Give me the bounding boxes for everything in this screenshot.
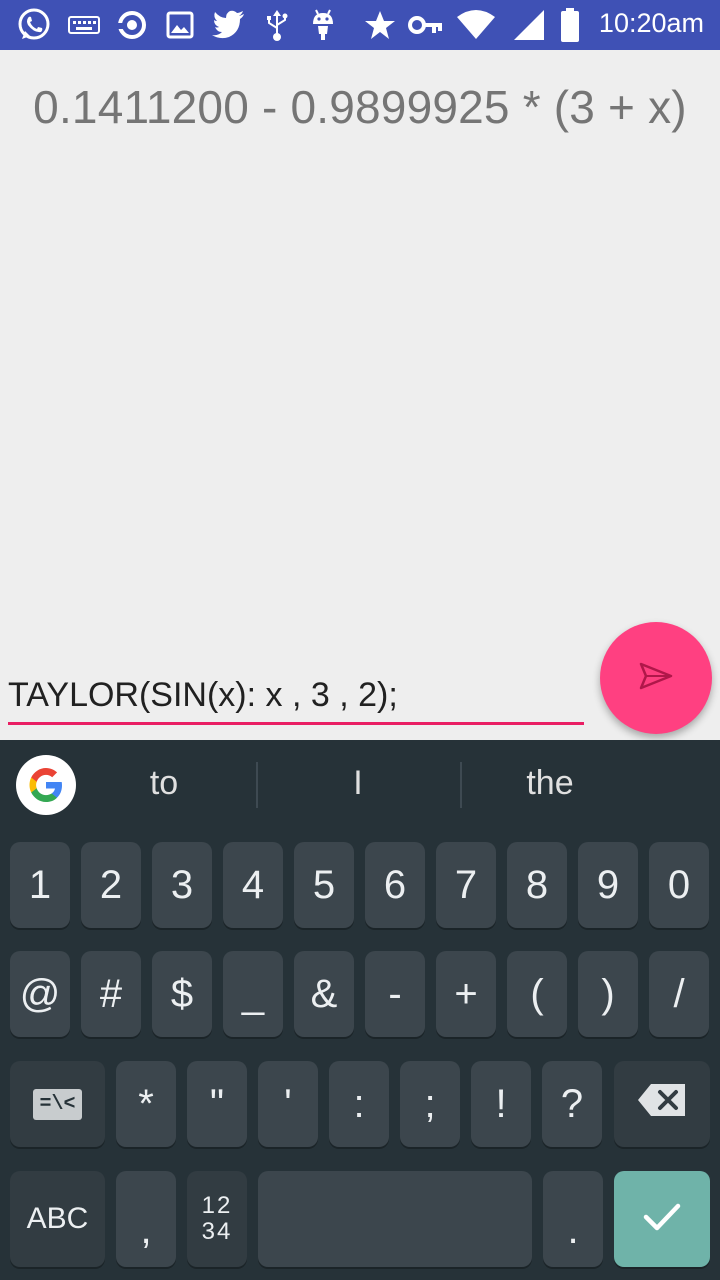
symbols-key-label: =\< [33,1088,82,1120]
result-display: 0.1411200 - 0.9899925 * (3 + x) [33,81,687,133]
key-icon [408,7,444,43]
suggestion-2[interactable]: I [300,764,416,803]
key-3[interactable]: 3 [152,842,212,928]
checkmark-icon [642,1197,682,1242]
expression-input[interactable] [8,668,584,722]
key-close-paren[interactable]: ) [578,951,638,1037]
key-ampersand[interactable]: & [294,951,354,1037]
expression-input-container [8,668,584,728]
key-at[interactable]: @ [10,951,70,1037]
key-0[interactable]: 0 [649,842,709,928]
key-4[interactable]: 4 [223,842,283,928]
backspace-icon [637,1082,687,1127]
key-8[interactable]: 8 [507,842,567,928]
battery-icon [560,7,580,43]
key-asterisk[interactable]: * [116,1061,176,1147]
symbols-more-key[interactable]: =\< [10,1061,105,1147]
backspace-key[interactable] [614,1061,710,1147]
key-9[interactable]: 9 [578,842,638,928]
key-exclamation[interactable]: ! [471,1061,531,1147]
keyboard-icon [68,7,100,43]
key-2[interactable]: 2 [81,842,141,928]
suggestion-1[interactable]: to [104,764,224,803]
suggestion-3[interactable]: the [490,764,610,803]
google-icon[interactable] [16,755,76,815]
key-slash[interactable]: / [649,951,709,1037]
android-icon [308,7,338,43]
status-bar: 10:20am [0,0,720,50]
key-underscore[interactable]: _ [223,951,283,1037]
key-minus[interactable]: - [365,951,425,1037]
key-1[interactable]: 1 [10,842,70,928]
key-hash[interactable]: # [81,951,141,1037]
key-5[interactable]: 5 [294,842,354,928]
key-comma[interactable]: , [116,1171,176,1267]
star-icon [364,7,396,43]
status-time: 10:20am [598,8,704,38]
input-underline [8,722,584,725]
key-period[interactable]: . [543,1171,603,1267]
whatsapp-icon [16,7,52,43]
numpad-label-top: 12 [201,1192,233,1219]
key-plus[interactable]: + [436,951,496,1037]
suggestion-bar: to I the [0,740,720,832]
wifi-icon [456,7,496,43]
numpad-key[interactable]: 12 34 [187,1171,247,1267]
usb-icon [264,7,290,43]
send-icon [638,661,674,695]
key-semicolon[interactable]: ; [400,1061,460,1147]
suggestion-divider [256,762,258,808]
suggestion-divider [460,762,462,808]
key-open-paren[interactable]: ( [507,951,567,1037]
key-double-quote[interactable]: " [187,1061,247,1147]
twitter-icon [212,7,246,43]
numpad-label-bottom: 34 [201,1218,233,1245]
key-single-quote[interactable]: ' [258,1061,318,1147]
key-question[interactable]: ? [542,1061,602,1147]
keyboard: to I the 1 2 3 4 5 6 7 8 9 0 @ # $ _ & -… [0,740,720,1280]
send-button[interactable] [600,622,712,734]
image-icon [166,7,194,43]
key-colon[interactable]: : [329,1061,389,1147]
done-key[interactable] [614,1171,710,1267]
abc-key[interactable]: ABC [10,1171,105,1267]
key-dollar[interactable]: $ [152,951,212,1037]
sync-icon [116,7,148,43]
signal-icon [512,7,546,43]
space-key[interactable] [258,1171,532,1267]
key-6[interactable]: 6 [365,842,425,928]
key-7[interactable]: 7 [436,842,496,928]
